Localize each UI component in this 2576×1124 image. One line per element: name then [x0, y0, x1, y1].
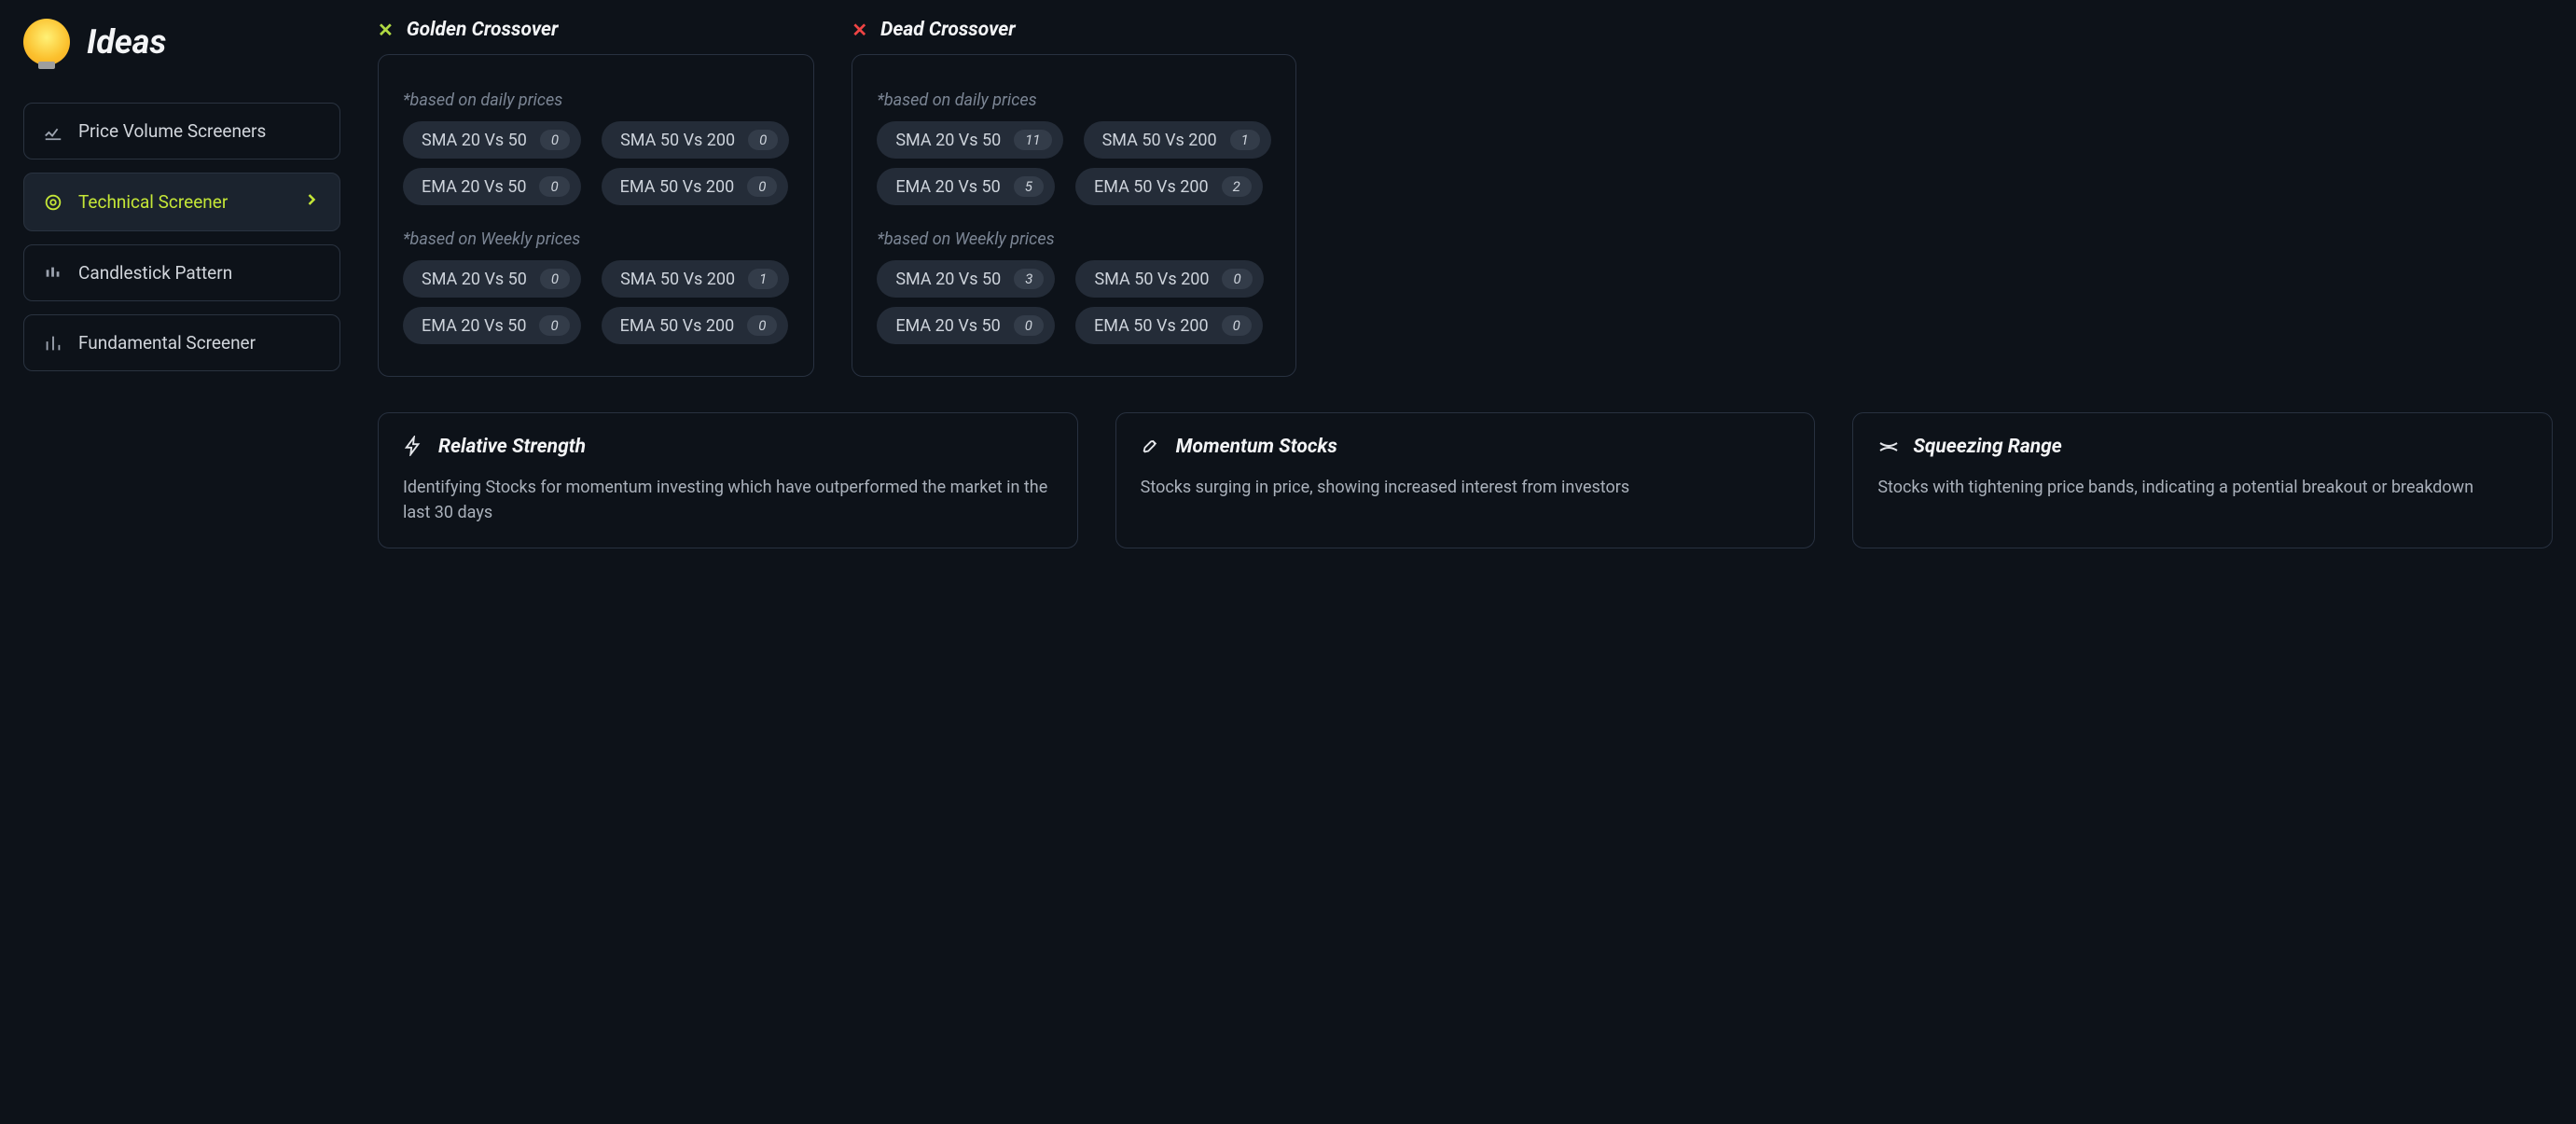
info-title: Momentum Stocks: [1176, 436, 1337, 458]
chip-ema-20-50[interactable]: EMA 20 Vs 500: [403, 168, 581, 205]
card-title-golden: Golden Crossover: [407, 19, 559, 41]
count-badge: 0: [539, 315, 569, 336]
sidebar-item-label: Fundamental Screener: [78, 332, 256, 354]
info-title: Squeezing Range: [1913, 436, 2061, 458]
squeeze-icon: [1877, 436, 1900, 458]
momentum-stocks-card[interactable]: Momentum Stocks Stocks surging in price,…: [1115, 412, 1816, 548]
candlestick-icon: [43, 263, 63, 284]
chip-ema-50-200[interactable]: EMA 50 Vs 2002: [1075, 168, 1263, 205]
chip-sma-20-50[interactable]: SMA 20 Vs 500: [403, 121, 581, 159]
count-badge: 11: [1014, 130, 1051, 150]
chip-ema-20-50[interactable]: EMA 20 Vs 500: [403, 307, 581, 344]
chart-icon: [43, 121, 63, 142]
bars-icon: [43, 333, 63, 354]
info-desc: Stocks with tightening price bands, indi…: [1877, 475, 2528, 500]
count-badge: 0: [1222, 269, 1252, 289]
cross-icon: ✕: [378, 19, 394, 41]
subheading: *based on Weekly prices: [403, 229, 789, 249]
lightbulb-icon: [23, 19, 70, 65]
chip-ema-50-200[interactable]: EMA 50 Vs 2000: [1075, 307, 1263, 344]
rocket-icon: [1141, 436, 1163, 458]
dead-crossover-card: *based on daily prices SMA 20 Vs 5011 SM…: [852, 54, 1296, 377]
chip-ema-50-200[interactable]: EMA 50 Vs 2000: [602, 168, 789, 205]
golden-crossover-card: *based on daily prices SMA 20 Vs 500 SMA…: [378, 54, 814, 377]
sidebar-item-candlestick[interactable]: Candlestick Pattern: [23, 244, 340, 301]
bolt-icon: [403, 436, 425, 458]
sidebar-item-label: Price Volume Screeners: [78, 120, 266, 142]
chip-sma-20-50[interactable]: SMA 20 Vs 503: [877, 260, 1055, 298]
chip-ema-20-50[interactable]: EMA 20 Vs 505: [877, 168, 1055, 205]
subheading: *based on daily prices: [403, 90, 789, 110]
chip-ema-20-50[interactable]: EMA 20 Vs 500: [877, 307, 1055, 344]
sidebar-item-label: Candlestick Pattern: [78, 262, 232, 284]
info-desc: Identifying Stocks for momentum investin…: [403, 475, 1053, 525]
count-badge: 0: [748, 130, 778, 150]
subheading: *based on daily prices: [877, 90, 1271, 110]
card-title-dead: Dead Crossover: [880, 19, 1016, 41]
count-badge: 0: [747, 315, 777, 336]
page-title: Ideas: [87, 22, 166, 62]
count-badge: 0: [1014, 315, 1044, 336]
count-badge: 0: [747, 176, 777, 197]
sidebar-item-fundamental[interactable]: Fundamental Screener: [23, 314, 340, 371]
target-icon: [43, 192, 63, 213]
sidebar-item-price-volume[interactable]: Price Volume Screeners: [23, 103, 340, 160]
chip-sma-50-200[interactable]: SMA 50 Vs 2000: [1075, 260, 1263, 298]
info-desc: Stocks surging in price, showing increas…: [1141, 475, 1791, 500]
count-badge: 5: [1014, 176, 1044, 197]
chip-sma-50-200[interactable]: SMA 50 Vs 2000: [602, 121, 789, 159]
chip-sma-20-50[interactable]: SMA 20 Vs 500: [403, 260, 581, 298]
count-badge: 0: [1222, 315, 1252, 336]
count-badge: 0: [540, 130, 570, 150]
squeezing-range-card[interactable]: Squeezing Range Stocks with tightening p…: [1852, 412, 2553, 548]
chip-ema-50-200[interactable]: EMA 50 Vs 2000: [602, 307, 789, 344]
count-badge: 3: [1014, 269, 1044, 289]
subheading: *based on Weekly prices: [877, 229, 1271, 249]
count-badge: 0: [540, 269, 570, 289]
chip-sma-20-50[interactable]: SMA 20 Vs 5011: [877, 121, 1062, 159]
sidebar-item-technical[interactable]: Technical Screener: [23, 173, 340, 231]
info-title: Relative Strength: [438, 436, 586, 458]
count-badge: 1: [748, 269, 778, 289]
cross-icon: ✕: [852, 19, 867, 41]
relative-strength-card[interactable]: Relative Strength Identifying Stocks for…: [378, 412, 1078, 548]
chip-sma-50-200[interactable]: SMA 50 Vs 2001: [1084, 121, 1271, 159]
count-badge: 2: [1222, 176, 1252, 197]
count-badge: 1: [1230, 130, 1260, 150]
count-badge: 0: [539, 176, 569, 197]
chip-sma-50-200[interactable]: SMA 50 Vs 2001: [602, 260, 789, 298]
chevron-right-icon: [302, 190, 321, 214]
sidebar-item-label: Technical Screener: [78, 191, 228, 213]
